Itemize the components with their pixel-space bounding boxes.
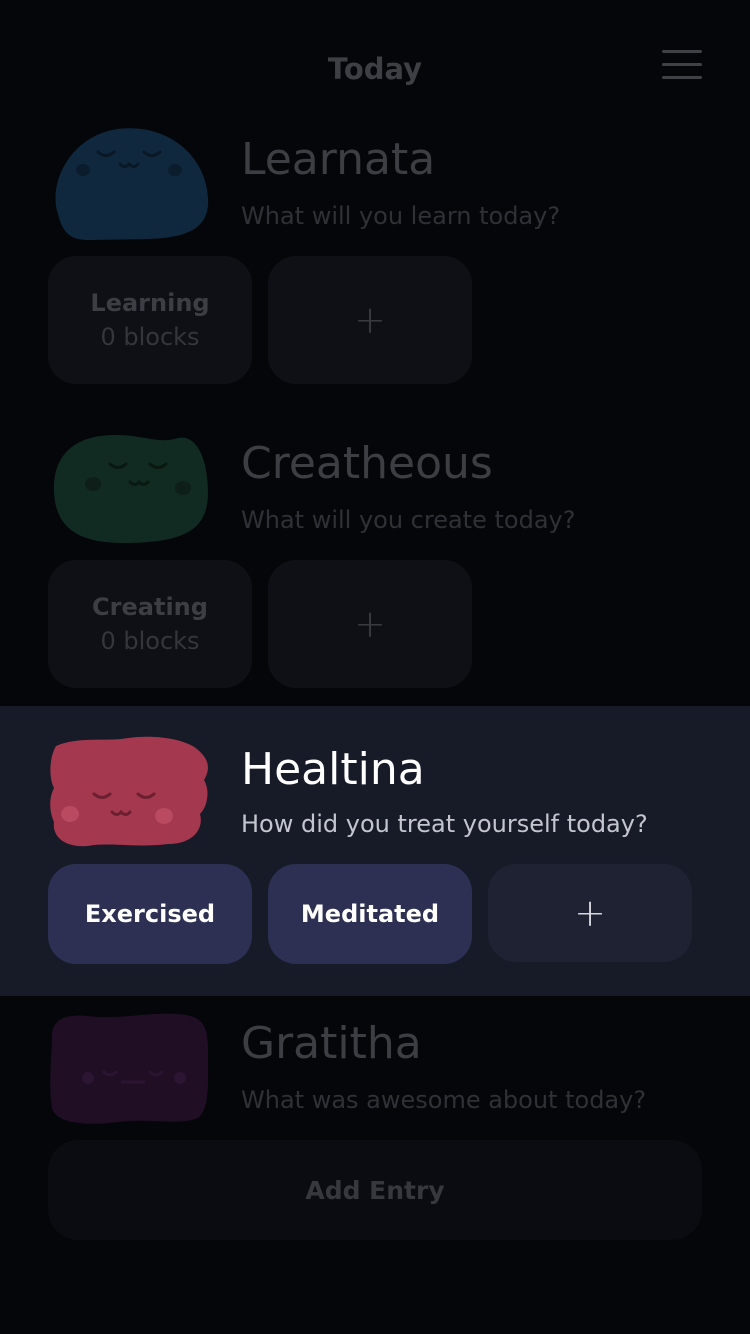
section-gratitha: Gratitha What was awesome about today? A… — [0, 996, 750, 1334]
learnata-mascot-icon — [48, 126, 210, 242]
section-healtina: Healtina How did you treat yourself toda… — [0, 706, 750, 996]
section-title: Gratitha — [241, 1018, 422, 1069]
section-prompt: What will you learn today? — [241, 202, 561, 230]
healtina-mascot-icon — [48, 736, 210, 848]
section-prompt: How did you treat yourself today? — [241, 810, 648, 838]
add-habit-button[interactable]: + — [488, 864, 692, 962]
add-entry-button[interactable]: Add Entry — [48, 1140, 702, 1240]
learning-chip[interactable]: Learning 0 blocks — [48, 256, 252, 384]
section-title: Learnata — [241, 134, 436, 185]
add-block-button[interactable]: + — [268, 560, 472, 688]
creating-chip[interactable]: Creating 0 blocks — [48, 560, 252, 688]
section-prompt: What will you create today? — [241, 506, 576, 534]
today-screen: Today Learnata What will you learn today… — [0, 0, 750, 1334]
section-learnata: Learnata What will you learn today? Lear… — [0, 0, 750, 400]
section-title: Healtina — [241, 744, 425, 795]
chip-label: Exercised — [84, 900, 216, 928]
section-creatheous: Creatheous What will you create today? C… — [0, 400, 750, 706]
gratitha-mascot-icon — [48, 1012, 210, 1126]
section-title: Creatheous — [241, 438, 493, 489]
chip-label: Creating — [92, 593, 208, 621]
chip-label: Learning — [90, 289, 210, 317]
chip-count: 0 blocks — [100, 323, 200, 351]
section-prompt: What was awesome about today? — [241, 1086, 647, 1114]
add-block-button[interactable]: + — [268, 256, 472, 384]
chip-label: Meditated — [300, 900, 440, 928]
plus-icon: + — [574, 891, 606, 935]
meditated-chip[interactable]: Meditated — [268, 864, 472, 964]
chip-count: 0 blocks — [100, 627, 200, 655]
creatheous-mascot-icon — [48, 432, 210, 546]
exercised-chip[interactable]: Exercised — [48, 864, 252, 964]
plus-icon: + — [354, 298, 386, 342]
plus-icon: + — [354, 602, 386, 646]
